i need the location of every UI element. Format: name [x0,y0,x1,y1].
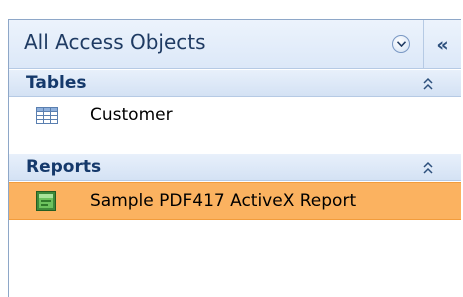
double-chevron-up-icon[interactable] [422,77,434,91]
group-label: Reports [26,157,102,177]
report-icon [36,191,56,211]
double-chevron-up-icon[interactable] [422,161,434,175]
list-item-customer[interactable]: Customer [9,98,461,133]
category-dropdown-button[interactable] [389,32,413,56]
group-header-reports[interactable]: Reports [9,153,461,181]
shutter-bar-close-button[interactable]: « [423,20,461,69]
item-label: Sample PDF417 ActiveX Report [90,191,357,211]
top-strip [8,0,463,19]
group-header-tables[interactable]: Tables [9,69,461,97]
list-item-sample-report[interactable]: Sample PDF417 ActiveX Report [9,182,461,220]
double-chevron-left-icon: « [436,33,449,56]
pane-title[interactable]: All Access Objects [24,30,206,54]
table-icon [36,107,58,124]
navigation-pane: All Access Objects « Tables Customer Rep… [8,19,461,297]
navigation-pane-header[interactable]: All Access Objects « [9,20,461,69]
group-label: Tables [26,73,87,93]
item-label: Customer [90,105,173,125]
chevron-down-icon [392,35,410,53]
